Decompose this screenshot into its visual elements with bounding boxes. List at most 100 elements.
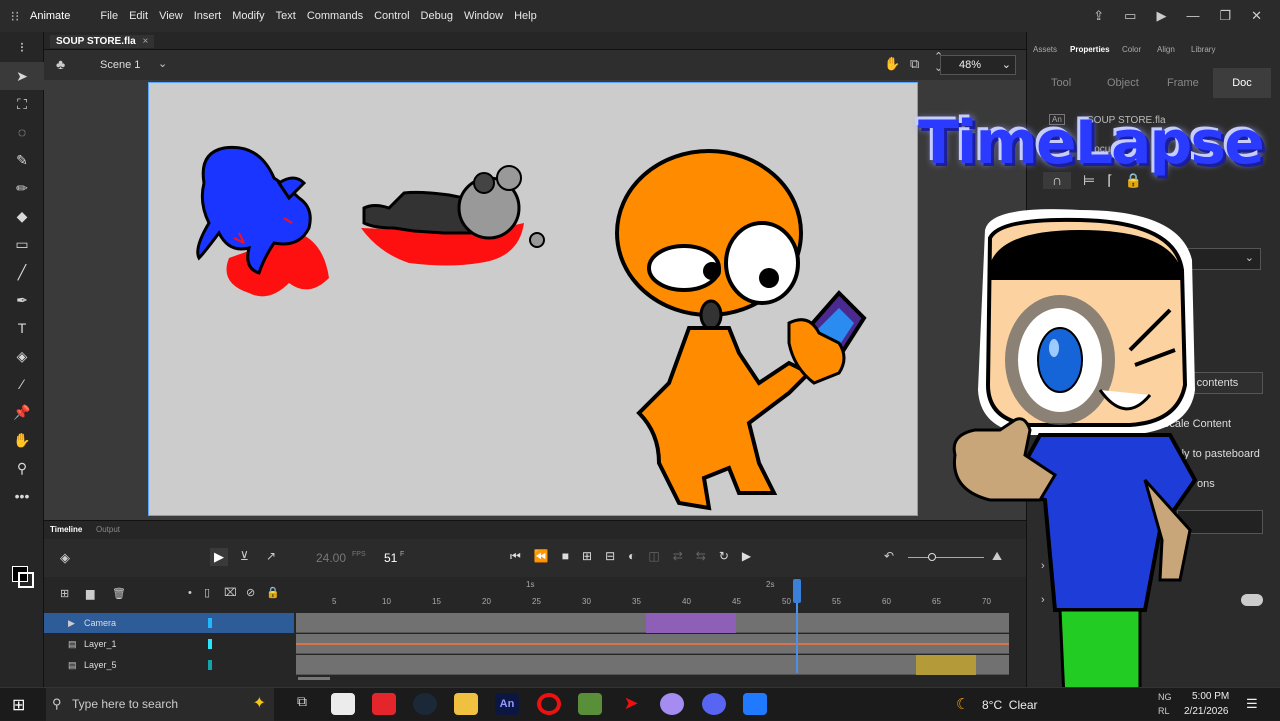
color-swatches[interactable]	[8, 562, 34, 588]
mountains-icon[interactable]: ⛰	[992, 549, 1002, 564]
menu-edit[interactable]: Edit	[129, 10, 148, 22]
taskbar-search[interactable]: ⚲ Type here to search ✦	[46, 688, 274, 721]
camera-link-icon[interactable]: ⌧	[224, 586, 237, 599]
new-layer-icon[interactable]: ⊞	[60, 587, 69, 600]
stage-canvas[interactable]	[148, 82, 918, 516]
layer-color-chip[interactable]	[208, 618, 212, 628]
layer-track[interactable]	[296, 634, 1009, 654]
layer-row[interactable]: ▤ Layer_5	[44, 655, 294, 675]
layer-color-chip[interactable]	[208, 639, 212, 649]
text-tool-icon[interactable]: T	[0, 314, 44, 342]
insert-keyframe-icon[interactable]: ⊞	[582, 549, 592, 564]
layer-row[interactable]: ▶ Camera	[44, 613, 294, 633]
close-window-icon[interactable]: ✕	[1251, 8, 1262, 24]
tab-timeline[interactable]: Timeline	[50, 525, 82, 534]
discord-icon[interactable]	[702, 693, 726, 715]
wps-icon[interactable]	[372, 693, 396, 715]
test-movie-icon[interactable]: ▶	[1156, 8, 1166, 24]
task-view-icon[interactable]: ⧉	[290, 693, 314, 715]
roblox-icon[interactable]	[743, 693, 767, 715]
layer5-tween-span[interactable]	[916, 655, 976, 675]
tab-align[interactable]: Align	[1157, 45, 1175, 54]
close-tab-icon[interactable]: ×	[142, 36, 148, 47]
fill-color-swatch[interactable]	[18, 572, 34, 588]
windows-start-icon[interactable]: ⊞	[12, 695, 25, 715]
sync-icon[interactable]: ⇆	[696, 549, 706, 564]
menu-window[interactable]: Window	[464, 10, 503, 22]
pan-icon[interactable]: ✋	[884, 56, 900, 72]
tab-properties[interactable]: Properties	[1070, 45, 1110, 54]
play-icon[interactable]: ▶	[742, 549, 751, 564]
subtab-doc[interactable]: Doc	[1213, 68, 1271, 98]
maximize-icon[interactable]: ❐	[1219, 8, 1231, 24]
reset-zoom-icon[interactable]: ↶	[884, 549, 894, 563]
onion-skin-icon[interactable]: ◐	[628, 549, 635, 564]
chevron-down-icon[interactable]: ⌄	[158, 57, 167, 70]
edit-multiple-icon[interactable]: ⇄	[673, 549, 683, 564]
eye-hide-icon[interactable]: ⊘	[246, 586, 255, 599]
camera-tween-span[interactable]	[646, 613, 736, 633]
layer-track[interactable]	[296, 613, 1009, 633]
document-tab[interactable]: SOUP STORE.fla ×	[50, 35, 155, 48]
screen-icon[interactable]: ▭	[1124, 8, 1136, 24]
dot-icon[interactable]: •	[188, 587, 192, 599]
menu-insert[interactable]: Insert	[194, 10, 222, 22]
menu-help[interactable]: Help	[514, 10, 537, 22]
brush-tool-icon[interactable]: ✎	[0, 146, 44, 174]
zoom-tool-icon[interactable]: ⚲	[0, 454, 44, 482]
file-explorer-icon[interactable]	[454, 693, 478, 715]
playhead[interactable]	[793, 579, 801, 673]
line-tool-icon[interactable]: ╱	[0, 258, 44, 286]
free-transform-tool-icon[interactable]: ⛶	[0, 90, 44, 118]
stop-icon[interactable]: ■	[562, 549, 569, 564]
timeline-scrollbar[interactable]	[298, 677, 330, 680]
tab-assets[interactable]: Assets	[1033, 45, 1057, 54]
layer-row[interactable]: ▤ Layer_1	[44, 634, 294, 654]
lang-indicator-2[interactable]: RL	[1158, 706, 1170, 716]
subtab-frame[interactable]: Frame	[1167, 68, 1199, 98]
clock-date[interactable]: 2/21/2026	[1184, 706, 1229, 717]
steam-icon[interactable]	[413, 693, 437, 715]
lasso-tool-icon[interactable]: ◌	[0, 118, 44, 146]
minimize-icon[interactable]: —	[1186, 8, 1199, 24]
menu-control[interactable]: Control	[374, 10, 409, 22]
weather-icon[interactable]: ☾	[956, 695, 969, 713]
menu-commands[interactable]: Commands	[307, 10, 363, 22]
subtab-object[interactable]: Object	[1107, 68, 1139, 98]
animate-taskbar-icon[interactable]: An	[495, 693, 519, 715]
zoom-field[interactable]: 48% ⌄	[940, 55, 1016, 75]
graph-icon[interactable]: ↗	[266, 549, 276, 563]
step-back-icon[interactable]: ⏪	[534, 549, 549, 564]
subtab-tool[interactable]: Tool	[1051, 68, 1071, 98]
new-folder-icon[interactable]: ▆	[86, 587, 94, 600]
fps-value[interactable]: 24.00	[316, 551, 346, 565]
pen-tool-icon[interactable]: ✒	[0, 286, 44, 314]
frame-ruler[interactable]: 5 10 15 20 25 30 35 40 45 50 55 60 65 70 1s 2s	[296, 577, 1009, 612]
eraser-tool-icon[interactable]: ◆	[0, 202, 44, 230]
menu-modify[interactable]: Modify	[232, 10, 264, 22]
first-frame-icon[interactable]: ⏮	[510, 549, 521, 564]
pencil-tool-icon[interactable]: ✏	[0, 174, 44, 202]
lang-indicator[interactable]: NG	[1158, 692, 1172, 702]
scene-selector[interactable]: Scene 1	[100, 59, 140, 71]
app-grid-icon[interactable]: ⁝⁝	[0, 8, 30, 25]
layers-icon[interactable]: ◈	[60, 550, 70, 566]
expand-panel-icon[interactable]: ⁝	[0, 32, 44, 62]
camera-icon[interactable]: ▶	[210, 548, 228, 566]
layer-color-chip[interactable]	[208, 660, 212, 670]
minecraft-icon[interactable]	[578, 693, 602, 715]
eyedropper-tool-icon[interactable]: ⁄	[0, 370, 44, 398]
weather-text[interactable]: 8°C Clear	[982, 698, 1037, 712]
onion-outline-icon[interactable]: ◫	[648, 549, 659, 564]
tab-output[interactable]: Output	[96, 525, 120, 534]
toggle-switch[interactable]	[1241, 594, 1263, 606]
clock-time[interactable]: 5:00 PM	[1192, 691, 1229, 702]
trash-icon[interactable]: 🗑	[112, 587, 126, 600]
clip-icon[interactable]: ⧉	[910, 56, 919, 72]
pin-tool-icon[interactable]: 📌	[0, 398, 44, 426]
hand-tool-icon[interactable]: ✋	[0, 426, 44, 454]
browser-icon[interactable]	[660, 693, 684, 715]
more-tools-icon[interactable]: •••	[0, 482, 44, 510]
app-arrow-icon[interactable]: ➤	[619, 693, 643, 715]
menu-file[interactable]: File	[100, 10, 118, 22]
